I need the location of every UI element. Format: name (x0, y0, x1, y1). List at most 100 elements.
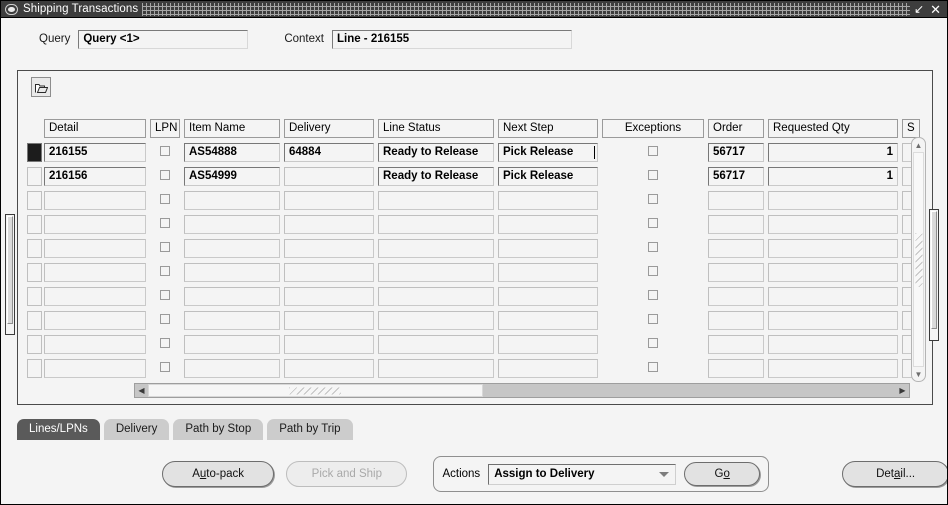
cell-exceptions[interactable] (600, 188, 706, 212)
cell-line_status[interactable] (376, 308, 496, 332)
cell-line_status[interactable] (376, 188, 496, 212)
horizontal-scroll-thumb[interactable] (148, 384, 483, 397)
cell-item_name[interactable]: AS54999 (182, 164, 282, 188)
checkbox-lpn[interactable] (160, 361, 170, 372)
cell-exceptions[interactable] (600, 332, 706, 356)
row-selector[interactable] (26, 260, 42, 284)
row-selector[interactable] (26, 332, 42, 356)
column-header-item-name[interactable]: Item Name (182, 116, 282, 140)
cell-requested_qty[interactable] (766, 260, 900, 284)
cell-requested_qty[interactable] (766, 332, 900, 356)
open-folder-icon[interactable] (31, 77, 51, 97)
cell-exceptions[interactable] (600, 356, 706, 380)
cell-next_step[interactable] (496, 308, 600, 332)
checkbox-lpn[interactable] (160, 313, 170, 324)
cell-lpn[interactable] (148, 260, 182, 284)
column-header-exceptions[interactable]: Exceptions (600, 116, 706, 140)
table-row[interactable] (26, 188, 922, 212)
cell-detail[interactable]: 216155 (42, 140, 148, 164)
cell-order[interactable]: 56717 (706, 164, 766, 188)
cell-item_name[interactable] (182, 236, 282, 260)
cell-delivery[interactable] (282, 332, 376, 356)
cell-next_step[interactable] (496, 260, 600, 284)
row-selector-box[interactable] (27, 334, 42, 354)
cell-lpn[interactable] (148, 164, 182, 188)
row-selector-box[interactable] (27, 190, 42, 210)
row-selector[interactable] (26, 188, 42, 212)
cell-delivery[interactable] (282, 356, 376, 380)
checkbox-lpn[interactable] (160, 265, 170, 276)
cell-item_name[interactable] (182, 332, 282, 356)
cell-lpn[interactable] (148, 356, 182, 380)
cell-detail[interactable] (42, 212, 148, 236)
column-header-delivery[interactable]: Delivery (282, 116, 376, 140)
cell-item_name[interactable] (182, 356, 282, 380)
cell-requested_qty[interactable] (766, 212, 900, 236)
pick-and-ship-button[interactable]: Pick and Ship (286, 461, 408, 487)
table-row[interactable]: 216156 AS54999 Ready to Release Pick Releas… (26, 164, 922, 188)
close-window-icon[interactable]: ✕ (930, 3, 941, 16)
checkbox-lpn[interactable] (160, 193, 170, 204)
checkbox-exceptions[interactable] (648, 193, 658, 204)
horizontal-scrollbar[interactable]: ◀ ▶ (134, 383, 910, 398)
cell-line_status[interactable] (376, 236, 496, 260)
scroll-left-icon[interactable]: ◀ (135, 384, 148, 397)
actions-select[interactable]: Assign to Delivery (488, 463, 677, 485)
cell-detail[interactable] (42, 332, 148, 356)
row-selector-box[interactable] (27, 214, 42, 234)
cell-lpn[interactable] (148, 212, 182, 236)
window-scrollbar-left-thumb[interactable] (7, 216, 13, 324)
cell-order[interactable] (706, 284, 766, 308)
row-selector-box[interactable] (27, 358, 42, 378)
detail-button[interactable]: Detail... (842, 461, 947, 487)
checkbox-lpn[interactable] (160, 289, 170, 300)
cell-item_name[interactable] (182, 260, 282, 284)
cell-delivery[interactable] (282, 284, 376, 308)
cell-order[interactable] (706, 212, 766, 236)
cell-lpn[interactable] (148, 332, 182, 356)
column-header-lpn[interactable]: LPN (148, 116, 182, 140)
go-button[interactable]: Go (684, 462, 761, 486)
cell-next_step[interactable] (496, 188, 600, 212)
checkbox-lpn[interactable] (160, 169, 170, 180)
table-row[interactable] (26, 308, 922, 332)
cell-exceptions[interactable] (600, 260, 706, 284)
cell-delivery[interactable] (282, 308, 376, 332)
checkbox-exceptions[interactable] (648, 145, 658, 156)
cell-order[interactable]: 56717 (706, 140, 766, 164)
chevron-down-icon[interactable] (659, 471, 670, 477)
row-selector[interactable] (26, 308, 42, 332)
cell-exceptions[interactable] (600, 284, 706, 308)
checkbox-exceptions[interactable] (648, 217, 658, 228)
row-selector-box[interactable] (27, 238, 42, 258)
cell-next_step[interactable] (496, 332, 600, 356)
row-selector[interactable] (26, 140, 42, 164)
cell-item_name[interactable] (182, 212, 282, 236)
cell-detail[interactable] (42, 236, 148, 260)
context-field[interactable]: Line - 216155 (331, 29, 572, 49)
cell-requested_qty[interactable] (766, 308, 900, 332)
column-header-requested-qty[interactable]: Requested Qty (766, 116, 900, 140)
cell-delivery[interactable] (282, 164, 376, 188)
cell-requested_qty[interactable]: 1 (766, 164, 900, 188)
row-selector-active[interactable] (27, 142, 42, 162)
cell-lpn[interactable] (148, 284, 182, 308)
cell-order[interactable] (706, 332, 766, 356)
row-selector[interactable] (26, 212, 42, 236)
column-header-detail[interactable]: Detail (42, 116, 148, 140)
cell-exceptions[interactable] (600, 212, 706, 236)
cell-exceptions[interactable] (600, 308, 706, 332)
cell-next_step[interactable] (496, 356, 600, 380)
window-menu-icon[interactable] (5, 3, 18, 15)
cell-detail[interactable] (42, 308, 148, 332)
cell-line_status[interactable] (376, 332, 496, 356)
cell-delivery[interactable] (282, 236, 376, 260)
window-scrollbar-right[interactable] (929, 209, 939, 341)
tab-delivery[interactable]: Delivery (103, 419, 170, 440)
cell-next_step[interactable]: Pick Release (496, 140, 600, 164)
checkbox-lpn[interactable] (160, 241, 170, 252)
row-selector[interactable] (26, 356, 42, 380)
cell-lpn[interactable] (148, 188, 182, 212)
row-selector-box[interactable] (27, 166, 42, 186)
checkbox-exceptions[interactable] (648, 337, 658, 348)
